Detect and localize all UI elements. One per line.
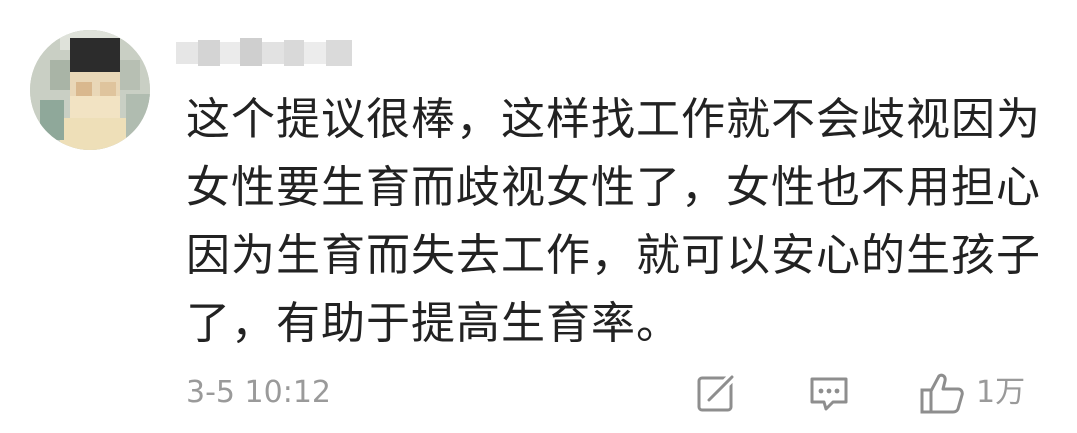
edit-button[interactable] [694,370,738,416]
like-button[interactable]: 1万 [918,370,1025,416]
edit-icon [694,371,738,415]
thumbs-up-icon [918,370,966,416]
reply-button[interactable] [806,370,852,416]
like-count: 1万 [976,375,1026,410]
comment-card: 这个提议很棒，这样找工作就不会歧视因为女性要生育而歧视女性了，女性也不用担心因为… [0,0,1077,433]
comment-timestamp: 3-5 10:12 [186,375,331,410]
comment-text: 这个提议很棒，这样找工作就不会歧视因为女性要生育而歧视女性了，女性也不用担心因为… [186,94,1041,349]
username[interactable] [176,36,358,70]
avatar[interactable] [30,30,150,150]
comment-icon [806,371,852,415]
